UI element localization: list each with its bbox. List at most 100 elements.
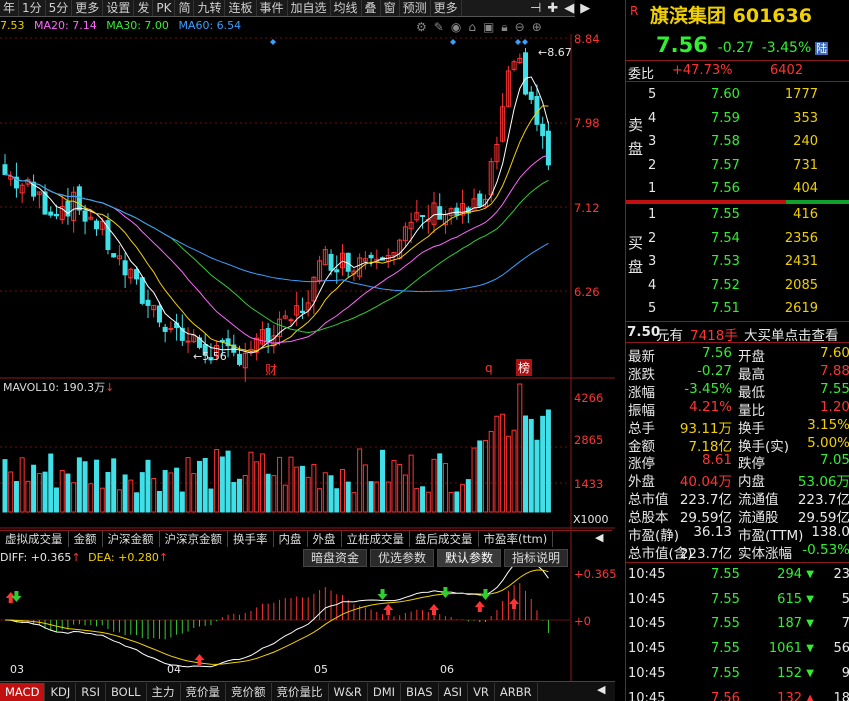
ask-row[interactable]: 2 7.57 731 <box>626 155 849 178</box>
finance-event-marker[interactable]: 财 <box>265 361 277 378</box>
volume-indicator-tab[interactable]: 内盘 <box>274 531 308 547</box>
volume-indicator-tab[interactable]: 金额 <box>69 531 103 547</box>
volume-indicator-tab[interactable]: 市盈率(ttm) <box>479 531 554 547</box>
indicator-tab[interactable]: DMI <box>368 682 402 701</box>
indicator-tab[interactable]: BIAS <box>401 682 439 701</box>
indicator-tab[interactable]: VR <box>468 682 495 701</box>
volume-bar <box>179 491 185 513</box>
add-icon[interactable]: ✚ <box>547 1 558 16</box>
macd-option-button[interactable]: 默认参数 <box>437 549 502 567</box>
macd-option-button[interactable]: 指标说明 <box>504 549 569 567</box>
delete-icon[interactable]: ▣ <box>483 20 494 35</box>
chart-toolbar: 年 1分 5分 更多 设置发 PK 简九转 连板 事件 加自选 均线叠窗预测 更多 <box>0 0 575 17</box>
volume-indicator-tab[interactable]: 盘后成交量 <box>410 531 479 547</box>
volume-bar <box>477 440 483 513</box>
pen-icon[interactable]: ✎ <box>434 20 444 35</box>
toolbar-item[interactable]: 5分 <box>46 0 73 16</box>
big-order-row[interactable]: 7.50 元有 7418手 大买单点击查看 <box>626 321 849 343</box>
volume-bar <box>425 491 431 513</box>
toolbar-item[interactable]: 设置 <box>103 0 135 16</box>
toolbar-item[interactable]: 年 <box>0 0 20 16</box>
basket-icon[interactable]: ⌂ <box>468 20 476 35</box>
ask-row[interactable]: 4 7.59 353 <box>626 108 849 131</box>
volume-indicator-tab[interactable]: 虚拟成交量 <box>0 531 69 547</box>
volume-indicator-tab[interactable]: 沪深金额 <box>103 531 160 547</box>
volume-bar <box>465 479 471 513</box>
volume-indicator-tab[interactable]: 立桩成交量 <box>342 531 410 547</box>
stat-row: 振幅 4.21% 量比 1.20 <box>626 399 849 419</box>
bid-row[interactable]: 5 7.51 2619 <box>626 298 849 321</box>
volume-indicator-tab[interactable]: 沪深京金额 <box>160 531 228 547</box>
bid-row[interactable]: 1 7.55 416 <box>626 204 849 227</box>
bid-row[interactable]: 2 7.54 2356 <box>626 228 849 251</box>
stat-row: 外盘 40.04万 内盘 53.06万 <box>626 470 849 490</box>
prev-icon[interactable]: ◀ <box>564 1 574 16</box>
toolbar-item[interactable]: 发 <box>134 0 154 16</box>
sell-signal-icon <box>11 591 22 602</box>
toolbar-item[interactable]: 九转 <box>194 0 226 16</box>
lock-icon[interactable]: 🔒︎ <box>501 20 507 35</box>
stat-value: -3.45% <box>684 380 732 397</box>
indicator-tab[interactable]: MACD <box>0 682 46 701</box>
volume-bar <box>265 473 271 513</box>
tab-scroll-left-icon[interactable]: ◀ <box>595 531 603 544</box>
indicator-tab[interactable]: W&R <box>329 682 368 701</box>
q-event-marker[interactable]: q <box>485 361 493 375</box>
candle-body <box>139 277 145 304</box>
toolbar-item[interactable]: 更多 <box>431 0 462 16</box>
toolbar-item[interactable]: 预测 <box>400 0 431 16</box>
stat-row: 总股本 29.59亿 流通股 29.59亿 <box>626 506 849 526</box>
arrow-down-icon: ▼ <box>806 643 814 655</box>
indicator-tab[interactable]: 竞价量比 <box>272 682 329 701</box>
toolbar-item[interactable]: 事件 <box>257 0 288 16</box>
indicator-tab[interactable]: 竞价量 <box>181 682 227 701</box>
toolbar-item[interactable]: PK <box>153 0 176 16</box>
volume-indicator-tab[interactable]: 换手率 <box>228 531 274 547</box>
toolbar-item[interactable]: 1分 <box>19 0 46 16</box>
volume-indicator-tab[interactable]: 外盘 <box>308 531 342 547</box>
ask-row[interactable]: 3 7.58 240 <box>626 131 849 154</box>
rank-event-marker[interactable]: 榜 <box>516 359 533 376</box>
minus-icon[interactable]: ⊖ <box>515 20 525 35</box>
volume-bars <box>2 383 551 513</box>
eye-icon[interactable]: ◉ <box>451 20 461 35</box>
expand-icon[interactable]: ⊕ <box>532 20 542 35</box>
indicator-tab[interactable]: 竞价额 <box>226 682 272 701</box>
candle-body <box>334 269 340 273</box>
ask-row[interactable]: 5 7.60 1777 <box>626 84 849 107</box>
next-icon[interactable]: ▶ <box>580 1 590 16</box>
settings-icon[interactable]: ⚙ <box>416 20 427 35</box>
indicator-tab[interactable]: KDJ <box>45 682 77 701</box>
trade-price: 7.55 <box>711 591 740 607</box>
event-marker-icon[interactable] <box>515 39 521 45</box>
tab-scroll-right-icon[interactable]: ◀ <box>597 683 605 696</box>
event-marker-icon[interactable] <box>450 39 456 45</box>
indicator-tab[interactable]: ASI <box>439 682 469 701</box>
toolbar-item[interactable]: 连板 <box>225 0 257 16</box>
indicator-tab[interactable]: ARBR <box>495 682 538 701</box>
event-marker-icon[interactable] <box>270 39 276 45</box>
toolbar-item[interactable]: 叠 <box>362 0 381 16</box>
macd-option-button[interactable]: 暗盘资金 <box>303 549 368 567</box>
toolbar-item[interactable]: 加自选 <box>288 0 331 16</box>
indicator-tab[interactable]: RSI <box>76 682 106 701</box>
volume-bar <box>351 492 357 513</box>
toolbar-item[interactable]: 窗 <box>381 0 400 16</box>
stat-value: 223.7亿 <box>679 545 732 562</box>
ask-row[interactable]: 1 7.56 404 <box>626 178 849 201</box>
volume-bar <box>156 491 162 513</box>
indicator-tab[interactable]: 主力 <box>147 682 181 701</box>
event-marker-icon[interactable] <box>522 39 528 45</box>
arrow-up-icon: ▲ <box>806 692 814 701</box>
toolbar-item[interactable]: 简 <box>175 0 195 16</box>
volume-bar <box>528 418 534 513</box>
date-label: 06 <box>440 663 454 676</box>
macd-option-button[interactable]: 优选参数 <box>370 549 435 567</box>
pin-icon[interactable]: ⊣ <box>530 1 541 16</box>
bid-row[interactable]: 4 7.52 2085 <box>626 275 849 298</box>
toolbar-item[interactable]: 更多 <box>72 0 104 16</box>
toolbar-item[interactable]: 均线 <box>331 0 362 16</box>
bid-row[interactable]: 3 7.53 2431 <box>626 251 849 274</box>
indicator-tab[interactable]: BOLL <box>106 682 147 701</box>
stat-value: -0.27 <box>697 362 732 379</box>
